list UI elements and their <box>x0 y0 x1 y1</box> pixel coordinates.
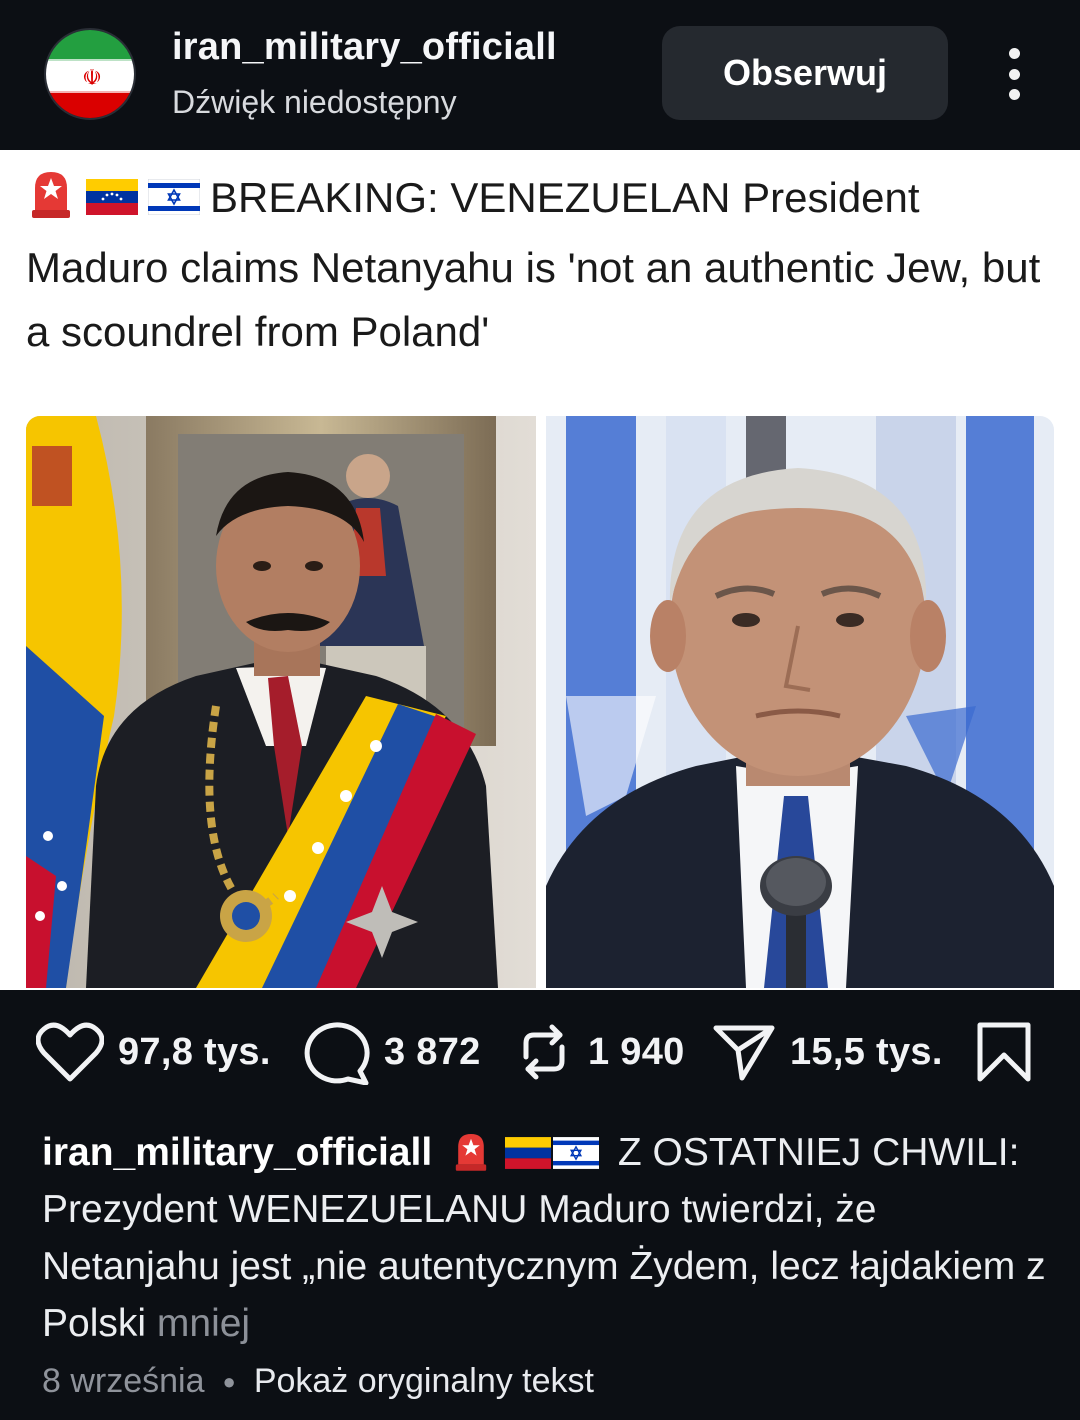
separator-dot: ● <box>222 1368 236 1394</box>
heart-icon <box>36 1022 104 1082</box>
post-date: 8 września <box>42 1362 205 1400</box>
post-caption: iran_military_officiall Z OSTATNIEJ CHWI… <box>42 1124 1062 1352</box>
caption-username[interactable]: iran_military_officiall <box>42 1131 432 1174</box>
post-meta: 8 września ● Pokaż oryginalny tekst <box>42 1362 594 1401</box>
audio-status: Dźwięk niedostępny <box>172 84 457 120</box>
iran-flag-avatar-icon: ☫ <box>46 30 134 118</box>
venezuela-flag-icon <box>86 169 138 233</box>
show-less-link[interactable]: mniej <box>157 1302 250 1345</box>
israel-flag-icon <box>553 1137 599 1169</box>
rotating-light-icon <box>455 1134 487 1171</box>
caption-emojis <box>443 1131 618 1174</box>
post-image-maduro[interactable] <box>26 416 536 988</box>
likes-count: 97,8 tys. <box>118 1030 271 1073</box>
israel-flag-icon <box>147 169 201 233</box>
bookmark-icon <box>977 1022 1031 1082</box>
post-card: BREAKING: VENEZUELAN President Maduro cl… <box>0 150 1080 990</box>
repost-icon <box>523 1024 565 1080</box>
shares-count: 15,5 tys. <box>790 1030 943 1073</box>
comments-count: 3 872 <box>384 1030 481 1073</box>
follow-button[interactable]: Obserwuj <box>662 26 948 120</box>
header-username[interactable]: iran_military_officiall <box>172 26 557 69</box>
show-original-text-link[interactable]: Pokaż oryginalny tekst <box>254 1362 594 1401</box>
post-headline: BREAKING: VENEZUELAN President Maduro cl… <box>26 166 1066 364</box>
svg-text:☫: ☫ <box>82 66 102 91</box>
share-button[interactable]: 15,5 tys. <box>712 1020 943 1084</box>
action-bar: 97,8 tys. 3 872 1 940 15,5 tys. <box>0 990 1080 1120</box>
more-options-icon[interactable] <box>990 40 1038 108</box>
reposts-count: 1 940 <box>588 1030 685 1073</box>
comment-icon <box>304 1022 370 1085</box>
rotating-light-icon <box>26 166 76 236</box>
send-icon <box>713 1025 775 1081</box>
comment-button[interactable]: 3 872 <box>300 1020 481 1085</box>
save-button[interactable] <box>974 1020 1034 1084</box>
post-header: ☫ iran_military_officiall Dźwięk niedost… <box>0 0 1080 150</box>
avatar[interactable]: ☫ <box>44 28 136 120</box>
repost-button[interactable]: 1 940 <box>514 1020 685 1084</box>
venezuela-flag-icon <box>505 1137 551 1169</box>
post-image-netanyahu[interactable] <box>546 416 1054 988</box>
like-button[interactable]: 97,8 tys. <box>36 1020 271 1084</box>
